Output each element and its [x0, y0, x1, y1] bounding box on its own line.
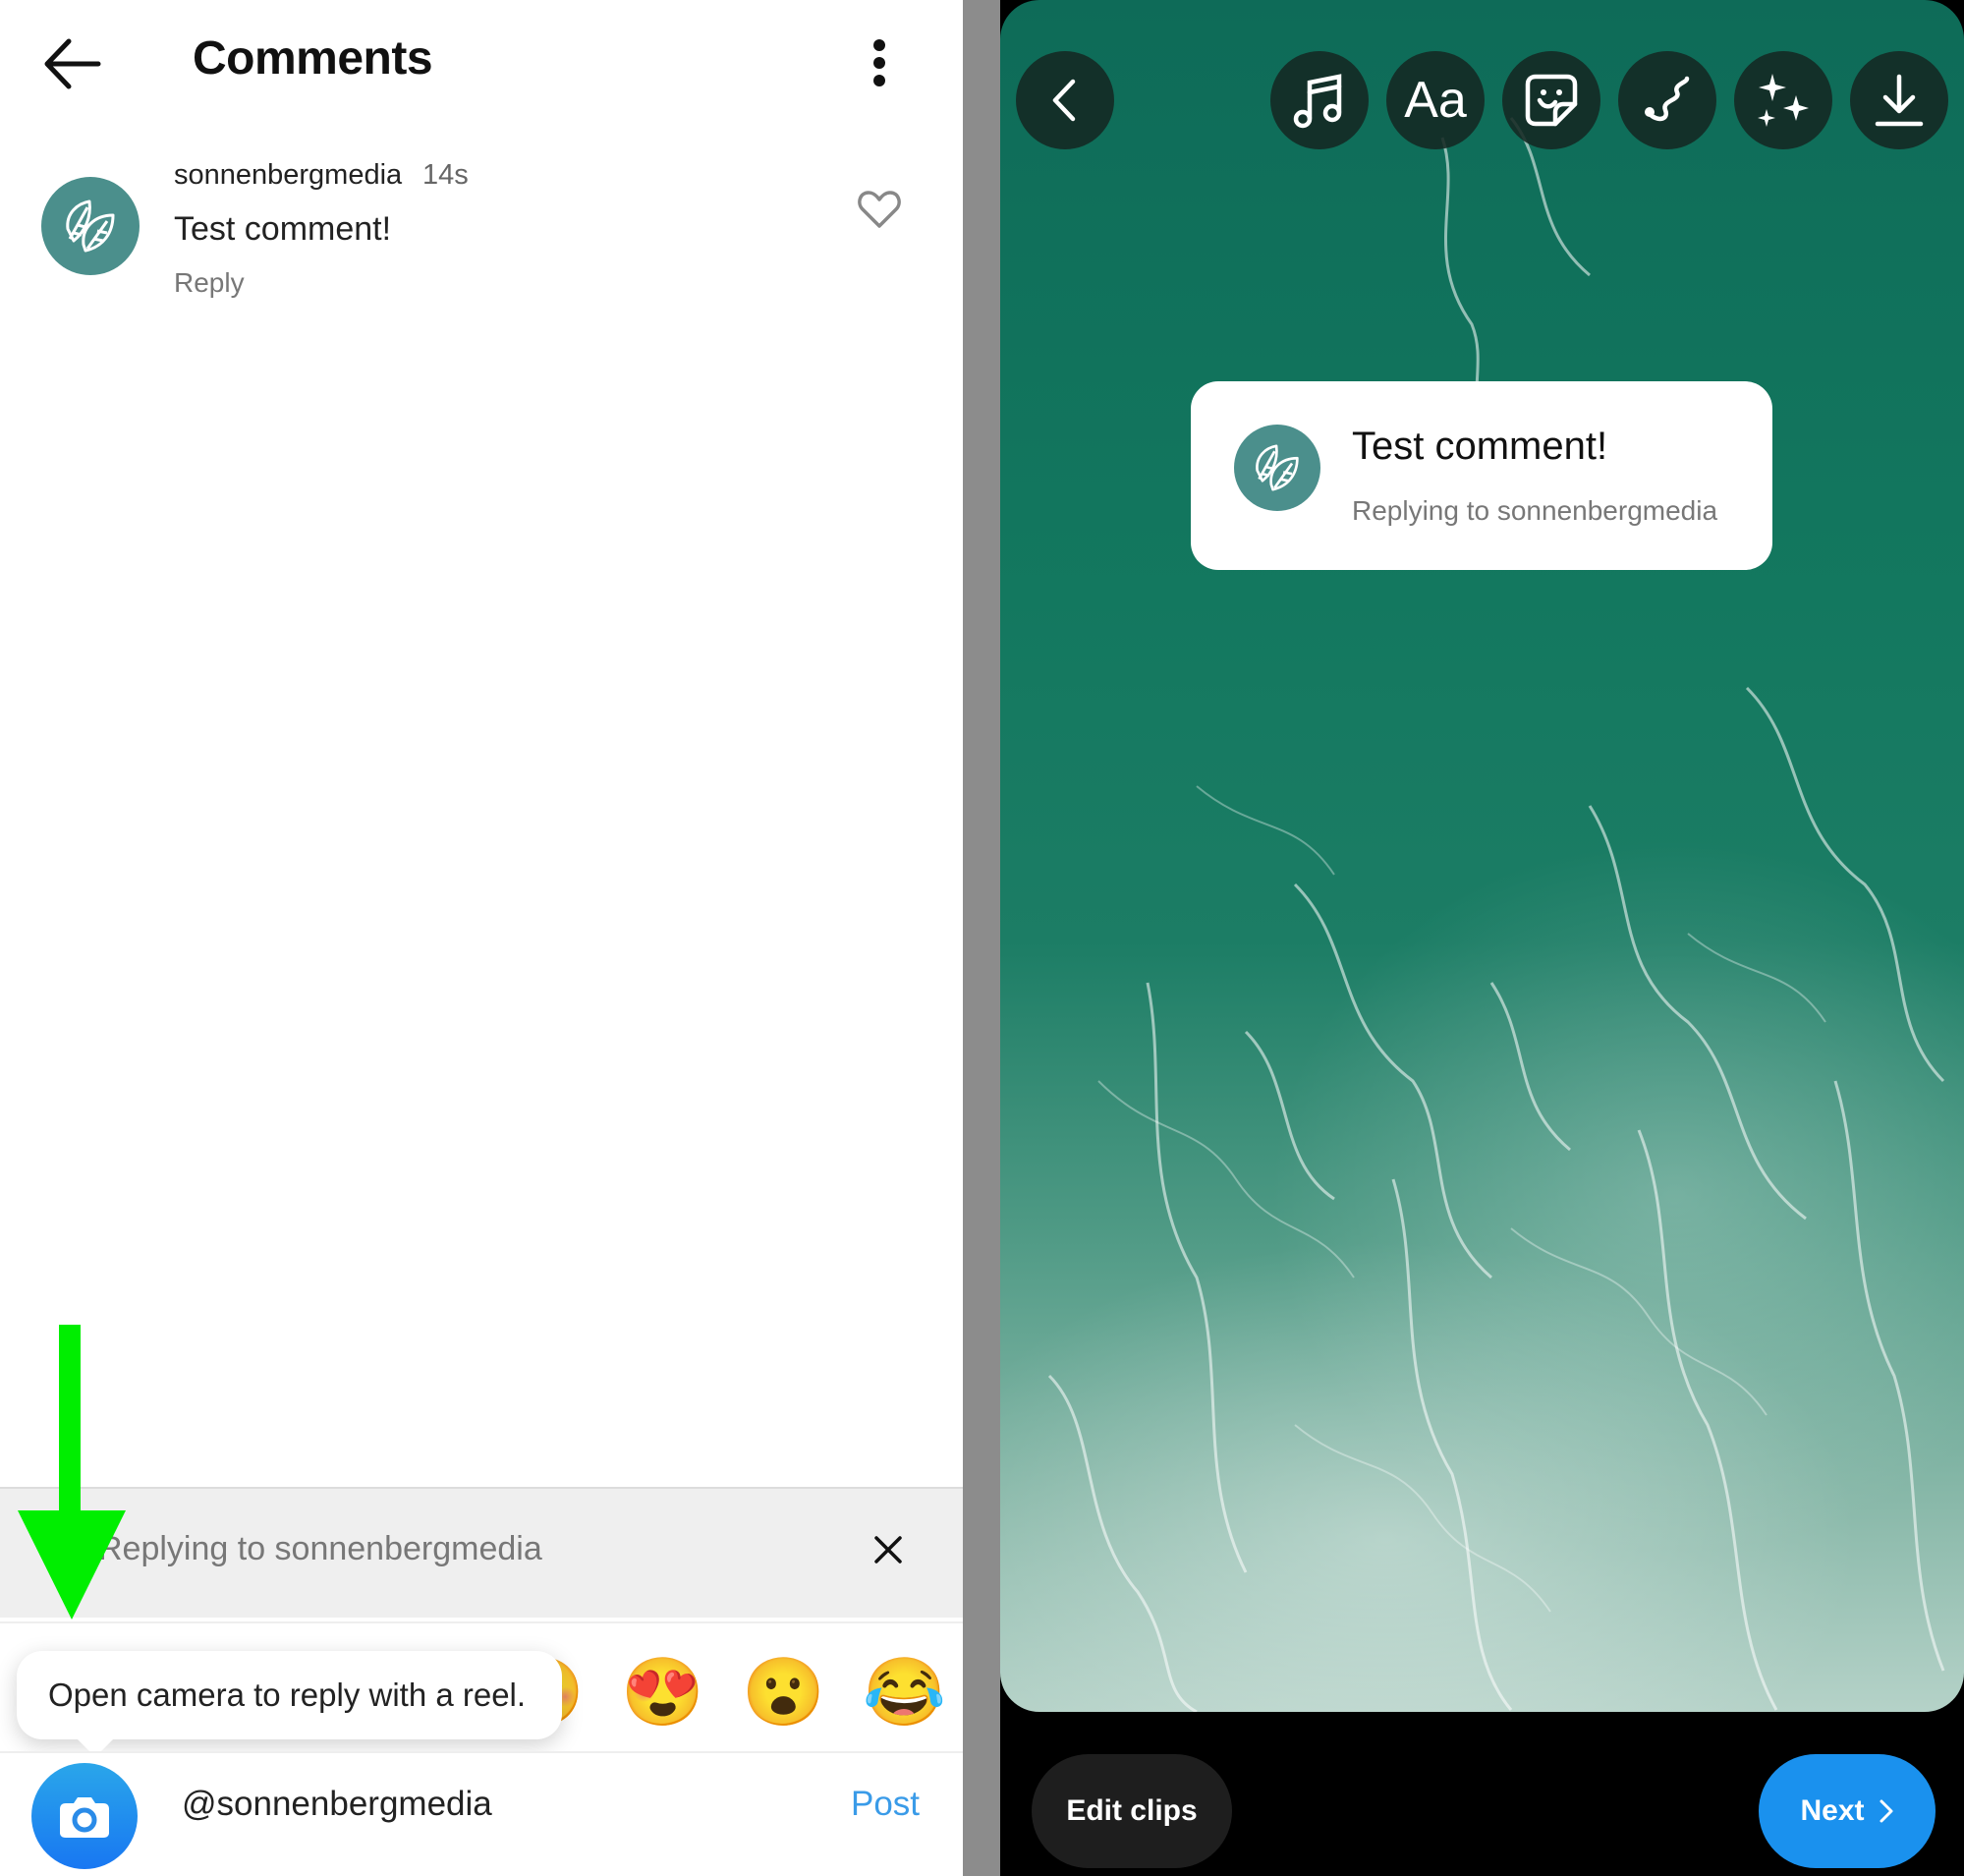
- comment-text: Test comment!: [174, 210, 392, 248]
- leaf-logo-icon: [1256, 444, 1299, 491]
- leaf-logo-icon: [66, 199, 115, 253]
- heart-outline-icon: [858, 191, 901, 228]
- sparkles-icon: [1758, 74, 1809, 127]
- sticker-button[interactable]: [1502, 51, 1600, 149]
- tooltip-text: Open camera to reply with a reel.: [48, 1677, 527, 1713]
- back-button[interactable]: [39, 29, 113, 98]
- emoji-tears-of-joy[interactable]: 😂: [863, 1653, 946, 1732]
- sticker-avatar: [1234, 425, 1320, 511]
- chevron-left-icon: [1052, 79, 1076, 122]
- close-icon: [874, 1536, 902, 1563]
- comment-composer: Post: [0, 1751, 963, 1876]
- more-dot: [873, 75, 885, 86]
- replying-to-bar: Replying to sonnenbergmedia: [0, 1487, 963, 1618]
- avatar[interactable]: [41, 177, 140, 275]
- draw-button[interactable]: [1618, 51, 1716, 149]
- next-label: Next: [1800, 1794, 1865, 1827]
- replying-to-text: Replying to sonnenbergmedia: [98, 1530, 542, 1567]
- more-options-button[interactable]: [855, 33, 904, 92]
- post-button[interactable]: Post: [851, 1785, 920, 1824]
- reply-button[interactable]: Reply: [174, 267, 245, 299]
- squiggle-draw-icon: [1645, 76, 1690, 122]
- cancel-reply-button[interactable]: [869, 1530, 908, 1569]
- emoji-heart-eyes[interactable]: 😍: [621, 1653, 704, 1732]
- comments-panel: Comments sonnenbergmedia 14s Test commen…: [0, 0, 963, 1876]
- music-note-icon: [1293, 74, 1342, 129]
- edit-clips-button[interactable]: Edit clips: [1032, 1754, 1232, 1868]
- like-button[interactable]: [857, 189, 902, 230]
- more-vertical-icon: [873, 39, 885, 51]
- download-button[interactable]: [1850, 51, 1948, 149]
- text-aa-icon: Aa: [1404, 72, 1467, 129]
- page-title: Comments: [193, 32, 433, 85]
- download-icon: [1875, 74, 1924, 127]
- reel-editor-panel: Aa Test comment! Replying to sonnenbergm…: [1000, 0, 1964, 1876]
- chevron-right-icon: [1880, 1799, 1893, 1823]
- foam-texture: [1047, 117, 1945, 1712]
- effects-button[interactable]: [1734, 51, 1832, 149]
- sticker-comment-text: Test comment!: [1352, 425, 1608, 468]
- sticker-replying-to: Replying to sonnenbergmedia: [1352, 495, 1718, 526]
- comment-reply-sticker[interactable]: Test comment! Replying to sonnenbergmedi…: [1191, 381, 1772, 570]
- more-dot: [873, 57, 885, 69]
- sticker-icon: [1525, 74, 1578, 127]
- back-button-editor[interactable]: [1016, 51, 1114, 149]
- next-button[interactable]: Next: [1759, 1754, 1936, 1868]
- arrow-left-icon: [44, 38, 101, 89]
- camera-button[interactable]: [31, 1763, 138, 1869]
- comment-timestamp: 14s: [422, 159, 469, 191]
- text-button[interactable]: Aa: [1386, 51, 1485, 149]
- emoji-surprised[interactable]: 😮: [742, 1653, 825, 1732]
- camera-icon: [60, 1797, 109, 1838]
- camera-tooltip: Open camera to reply with a reel.: [17, 1651, 562, 1757]
- comment-input[interactable]: [182, 1785, 771, 1824]
- music-button[interactable]: [1270, 51, 1369, 149]
- comment-username[interactable]: sonnenbergmedia: [174, 159, 402, 192]
- reel-preview-ocean: Aa Test comment! Replying to sonnenbergm…: [1000, 0, 1964, 1712]
- panel-divider: [963, 0, 1000, 1876]
